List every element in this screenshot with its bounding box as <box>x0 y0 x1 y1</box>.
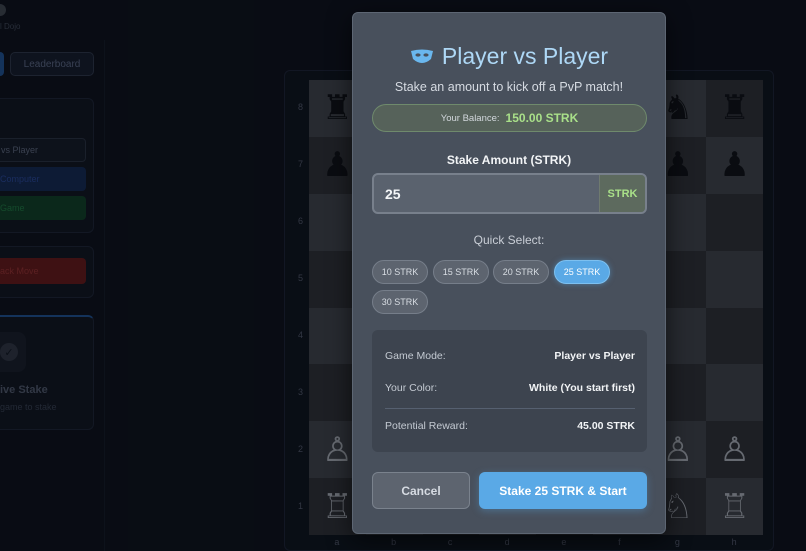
balance-label: Your Balance: <box>440 112 500 124</box>
balance-display: Your Balance: 150.00 STRK <box>372 104 647 132</box>
quick-select-10[interactable]: 10 STRK <box>372 260 428 284</box>
cancel-button[interactable]: Cancel <box>372 472 470 509</box>
stake-amount-input[interactable] <box>374 175 599 212</box>
stake-amount-field: STRK <box>372 173 647 214</box>
quick-select-30[interactable]: 30 STRK <box>372 290 428 314</box>
stake-modal: Player vs Player Stake an amount to kick… <box>352 12 666 534</box>
modal-subtitle: Stake an amount to kick off a PvP match! <box>394 80 624 94</box>
match-summary: Game Mode: Player vs Player Your Color: … <box>372 330 647 452</box>
game-mode-row: Game Mode: Player vs Player <box>385 350 635 362</box>
modal-title: Player vs Player <box>353 43 665 70</box>
balance-value: 150.00 STRK <box>505 111 579 125</box>
your-color-row: Your Color: White (You start first) <box>385 382 635 394</box>
quick-select-15[interactable]: 15 STRK <box>433 260 489 284</box>
quick-select-20[interactable]: 20 STRK <box>493 260 549 284</box>
stake-start-button[interactable]: Stake 25 STRK & Start <box>479 472 647 509</box>
potential-reward-value: 45.00 STRK <box>577 420 635 432</box>
stake-amount-label: Stake Amount (STRK) <box>446 153 572 167</box>
quick-select-25[interactable]: 25 STRK <box>554 260 610 284</box>
stake-unit-label: STRK <box>599 175 645 212</box>
mask-icon <box>410 49 433 63</box>
your-color-label: Your Color: <box>385 382 438 394</box>
game-mode-label: Game Mode: <box>385 350 446 362</box>
modal-title-text: Player vs Player <box>441 43 609 69</box>
summary-divider <box>385 408 635 409</box>
quick-select-label: Quick Select: <box>473 233 545 247</box>
potential-reward-row: Potential Reward: 45.00 STRK <box>385 420 635 432</box>
potential-reward-label: Potential Reward: <box>385 420 468 432</box>
game-mode-value: Player vs Player <box>554 350 635 362</box>
your-color-value: White (You start first) <box>529 382 635 394</box>
